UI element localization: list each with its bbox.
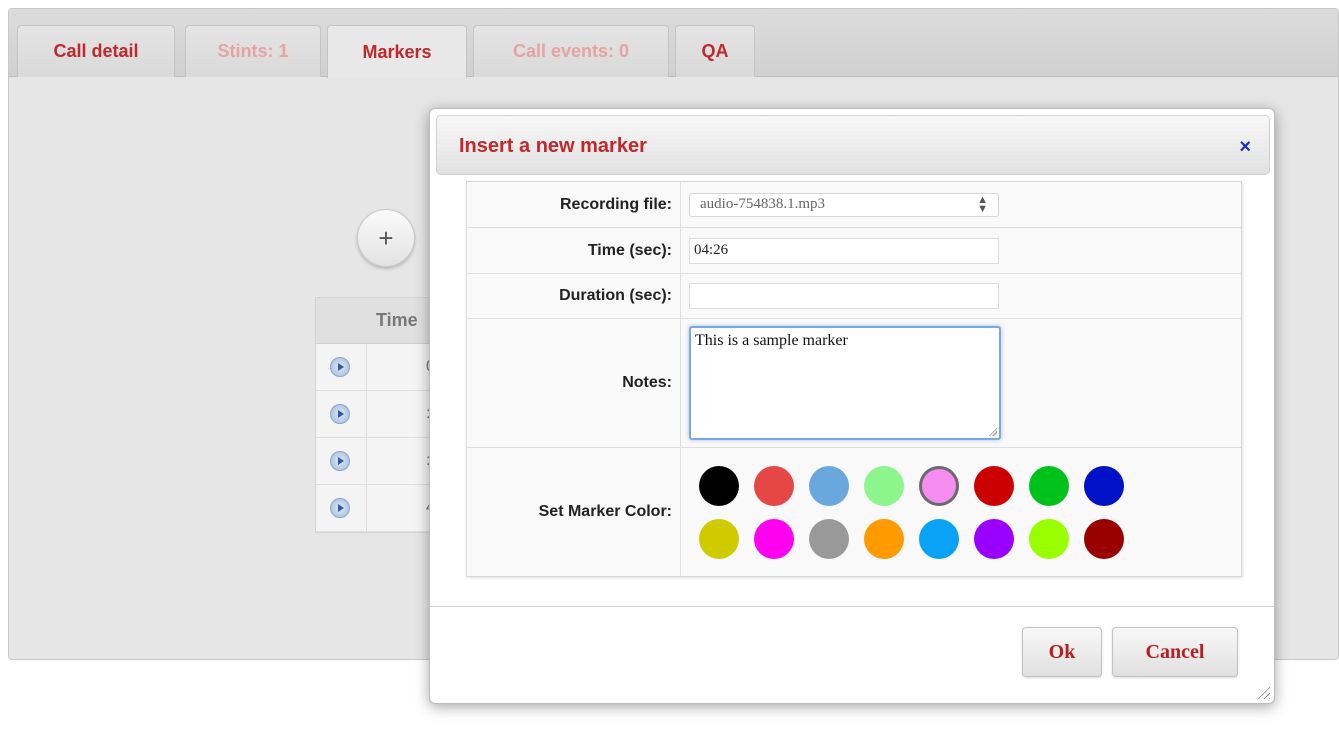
color-swatch[interactable] — [919, 465, 959, 506]
recording-file-select[interactable]: audio-754838.1.mp3 ▲ ▼ — [689, 192, 999, 217]
color-swatch[interactable] — [864, 465, 904, 506]
select-arrows-icon: ▲ ▼ — [977, 193, 988, 215]
color-swatch[interactable] — [699, 465, 739, 506]
notes-text: This is a sample marker — [695, 332, 848, 349]
dialog-divider — [430, 606, 1274, 607]
add-marker-button[interactable]: + — [357, 209, 415, 267]
marker-color-label: Set Marker Color: — [467, 448, 681, 576]
tab-bar: Call detail Stints: 1 Markers Call event… — [9, 9, 1338, 78]
tab-qa[interactable]: QA — [675, 25, 755, 77]
marker-color-row: Set Marker Color: — [467, 448, 1241, 576]
ok-button[interactable]: Ok — [1022, 627, 1102, 677]
duration-input[interactable] — [689, 283, 999, 309]
color-swatch[interactable] — [809, 465, 849, 506]
recording-file-label: Recording file: — [467, 182, 681, 227]
play-icon[interactable] — [330, 451, 350, 471]
color-swatch[interactable] — [809, 518, 849, 559]
resize-grip-icon[interactable] — [989, 428, 997, 436]
play-icon[interactable] — [330, 357, 350, 377]
color-swatch[interactable] — [1029, 465, 1069, 506]
insert-marker-dialog: Insert a new marker × Recording file: au… — [429, 108, 1275, 704]
duration-row: Duration (sec): — [467, 274, 1241, 319]
time-input[interactable]: 04:26 — [689, 237, 999, 264]
play-icon[interactable] — [330, 404, 350, 424]
color-swatches — [689, 452, 1124, 573]
dialog-title: Insert a new marker — [459, 135, 647, 157]
color-swatch[interactable] — [1084, 518, 1124, 559]
tab-markers[interactable]: Markers — [327, 25, 467, 78]
recording-file-value: audio-754838.1.mp3 — [700, 196, 825, 212]
color-swatch[interactable] — [699, 518, 739, 559]
tab-call-events[interactable]: Call events: 0 — [473, 25, 669, 77]
dialog-resize-icon[interactable] — [1256, 685, 1270, 699]
time-label: Time (sec): — [467, 228, 681, 273]
color-swatch[interactable] — [974, 518, 1014, 559]
marker-form: Recording file: audio-754838.1.mp3 ▲ ▼ Ti… — [466, 181, 1242, 577]
color-swatch[interactable] — [1029, 518, 1069, 559]
color-swatch[interactable] — [1084, 465, 1124, 506]
close-icon[interactable]: × — [1239, 136, 1251, 159]
color-swatch[interactable] — [864, 518, 904, 559]
color-swatch[interactable] — [754, 518, 794, 559]
color-swatch[interactable] — [919, 518, 959, 559]
tab-call-detail[interactable]: Call detail — [17, 25, 175, 77]
cancel-button[interactable]: Cancel — [1112, 627, 1238, 677]
notes-textarea[interactable]: This is a sample marker — [689, 326, 1001, 440]
notes-label: Notes: — [467, 319, 681, 447]
notes-row: Notes: This is a sample marker — [467, 319, 1241, 448]
duration-label: Duration (sec): — [467, 274, 681, 318]
color-swatch[interactable] — [754, 465, 794, 506]
time-row: Time (sec): 04:26 — [467, 228, 1241, 274]
tab-stints[interactable]: Stints: 1 — [185, 25, 321, 77]
color-swatch[interactable] — [974, 465, 1014, 506]
recording-file-row: Recording file: audio-754838.1.mp3 ▲ ▼ — [467, 182, 1241, 228]
dialog-header[interactable]: Insert a new marker × — [436, 115, 1270, 175]
play-icon[interactable] — [330, 498, 350, 518]
